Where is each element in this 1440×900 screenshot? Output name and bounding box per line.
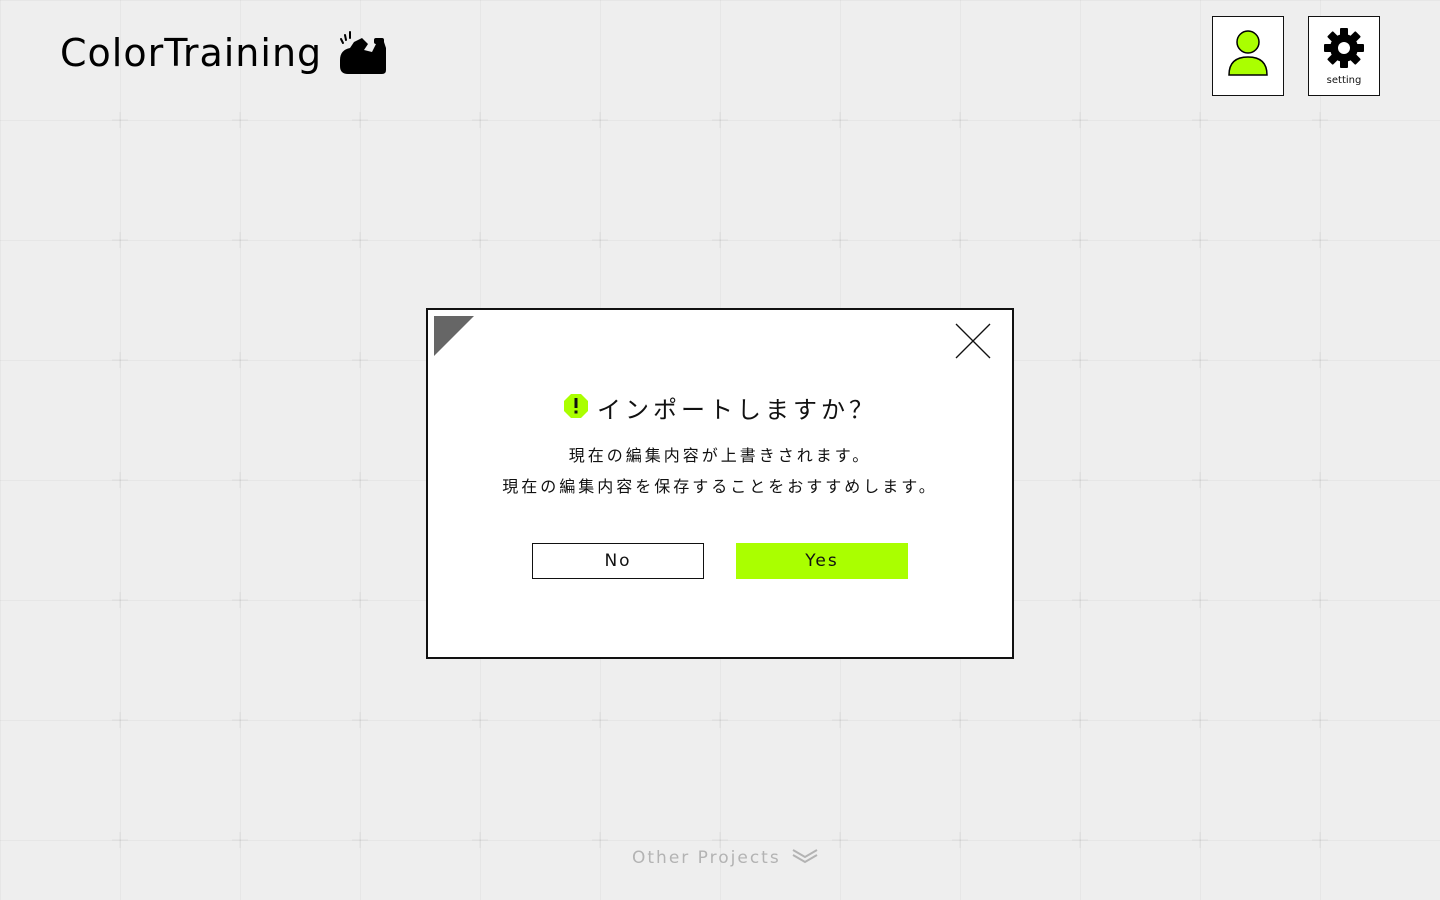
flexed-arm-icon [338, 30, 388, 76]
corner-triangle-decoration [434, 316, 474, 360]
other-projects-link[interactable]: Other Projects [632, 848, 819, 868]
setting-button[interactable]: setting [1308, 16, 1380, 96]
other-projects-label: Other Projects [632, 848, 781, 868]
dialog-message-line2: 現在の編集内容を保存することをおすすめします。 [502, 477, 938, 496]
dialog-title: インポートしますか？ [597, 396, 877, 424]
dialog-title-row: インポートしますか？ [428, 390, 1012, 425]
no-button[interactable]: No [532, 543, 704, 579]
warning-icon [563, 393, 589, 423]
gear-icon [1323, 27, 1365, 73]
dialog-message-line1: 現在の編集内容が上書きされます。 [568, 446, 872, 465]
double-chevron-down-icon [791, 848, 819, 868]
app-logo: ColorTraining [60, 30, 388, 76]
import-dialog: インポートしますか？ 現在の編集内容が上書きされます。 現在の編集内容を保存する… [426, 308, 1014, 659]
user-button[interactable] [1212, 16, 1284, 96]
yes-button[interactable]: Yes [736, 543, 908, 579]
setting-label: setting [1326, 74, 1362, 86]
close-icon[interactable] [954, 322, 992, 360]
app-title: ColorTraining [60, 31, 323, 75]
user-icon [1227, 29, 1269, 83]
